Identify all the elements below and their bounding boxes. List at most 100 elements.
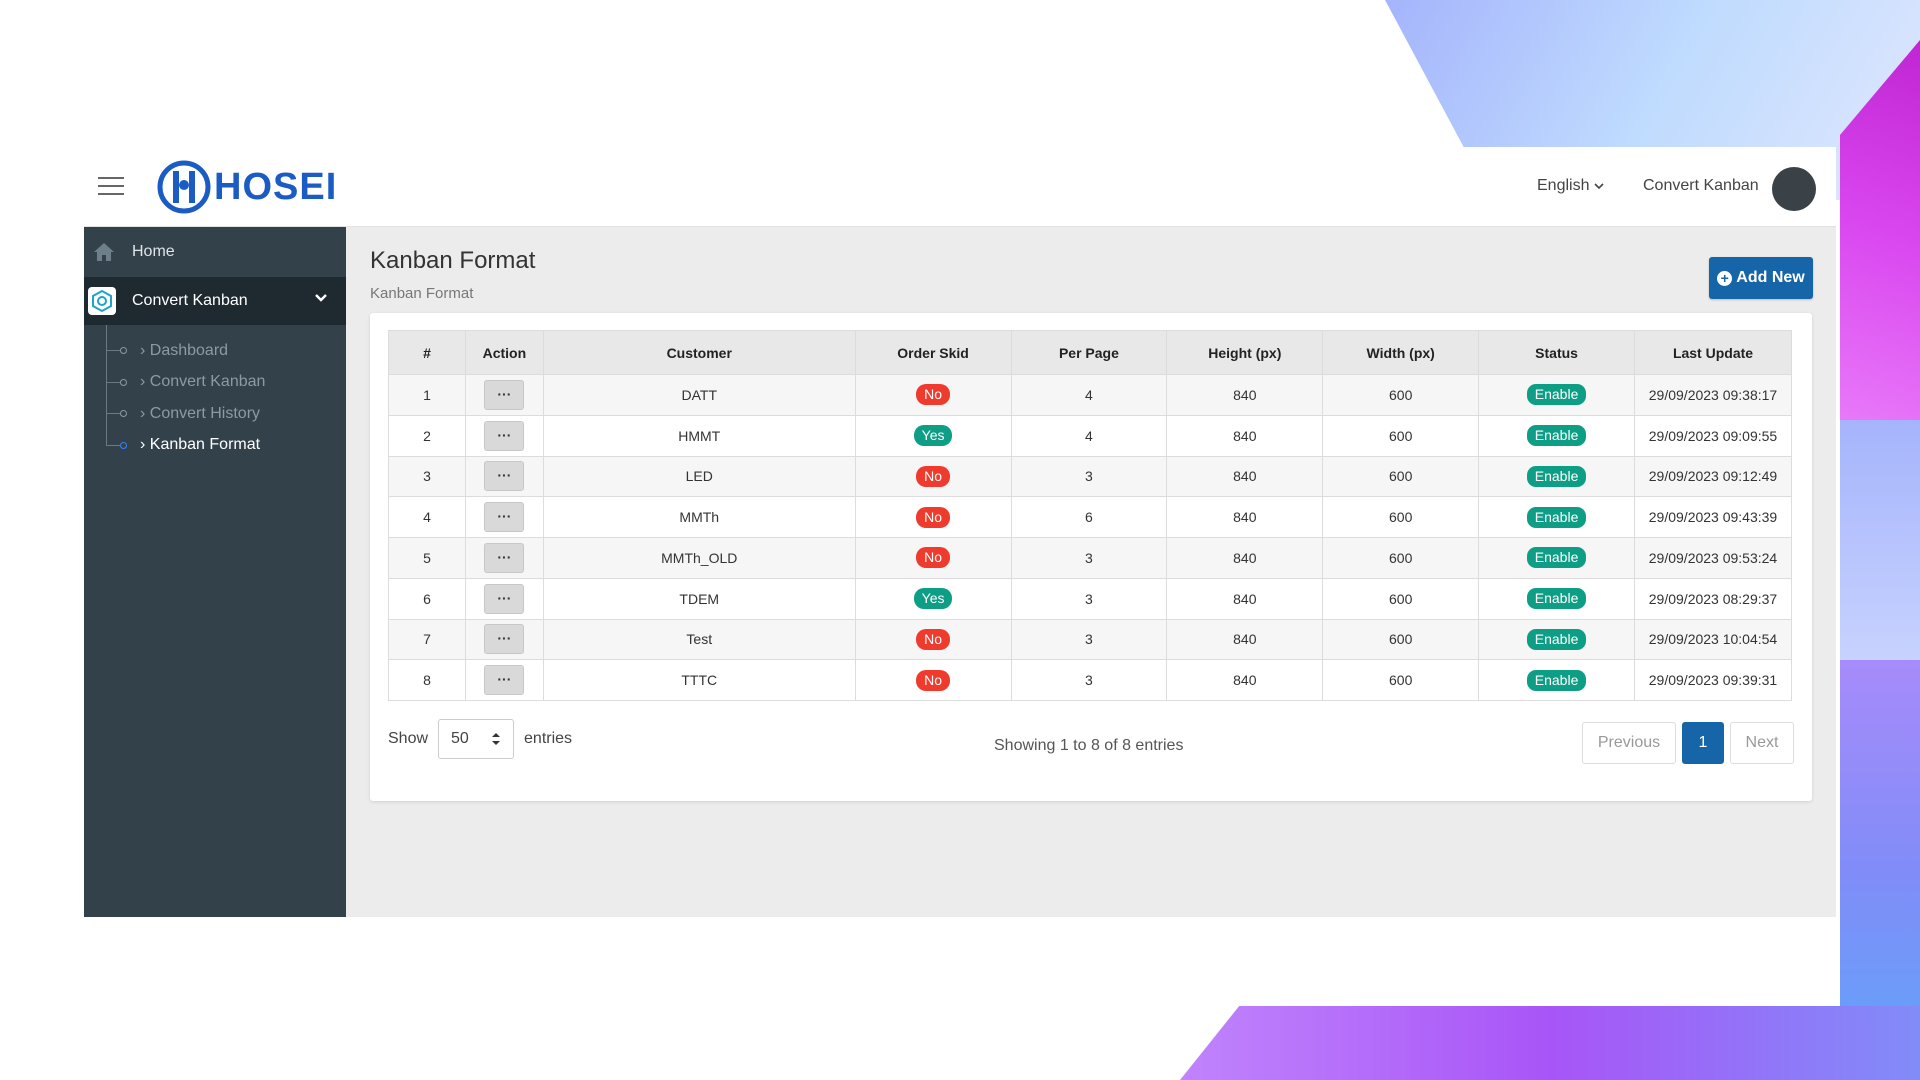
status-badge: Enable [1526, 506, 1587, 528]
cell-customer: TTTC [542, 659, 856, 701]
order-skid-badge: No [916, 628, 951, 650]
cell-customer: MMTh [542, 496, 856, 538]
user-name[interactable]: Convert Kanban [1643, 177, 1759, 195]
cell-width: 600 [1322, 414, 1480, 457]
column-header-per-page[interactable]: Per Page [1010, 330, 1168, 375]
row-action-button[interactable]: ··· [484, 502, 525, 533]
hamburger-menu-icon[interactable] [98, 177, 124, 195]
cell-number: 5 [388, 537, 466, 579]
column-header-width[interactable]: Width (px) [1322, 330, 1480, 375]
cell-customer: LED [542, 455, 856, 498]
column-header-height[interactable]: Height (px) [1166, 330, 1324, 375]
cell-per-page: 3 [1010, 455, 1168, 498]
cell-height: 840 [1166, 537, 1324, 579]
cell-status: Enable [1478, 537, 1636, 579]
page-title: Kanban Format [370, 247, 536, 274]
sidebar-item-convert-kanban[interactable]: › Convert Kanban [84, 367, 346, 399]
sidebar-item-home[interactable]: Home [84, 227, 346, 277]
table-header-row: # Action Customer Order Skid Per Page He… [388, 330, 1792, 375]
cell-width: 600 [1322, 618, 1480, 661]
language-selector[interactable]: English [1537, 177, 1605, 195]
cell-last-update: 29/09/2023 09:38:17 [1634, 374, 1792, 416]
chevron-down-icon [1594, 183, 1605, 190]
sidebar-item-label: › Convert History [140, 404, 261, 422]
row-action-button[interactable]: ··· [484, 461, 525, 492]
app-window: HOSEI English Convert Kanban Home Conver… [84, 147, 1836, 917]
cell-last-update: 29/09/2023 10:04:54 [1634, 618, 1792, 661]
sidebar: Home Convert Kanban › Dashboard › Conver… [84, 227, 346, 917]
cell-per-page: 6 [1010, 496, 1168, 538]
cell-action: ··· [464, 496, 544, 538]
cell-last-update: 29/09/2023 08:29:37 [1634, 577, 1792, 620]
column-header-number[interactable]: # [388, 330, 466, 375]
status-badge: Enable [1526, 384, 1587, 406]
page-1-button[interactable]: 1 [1682, 722, 1724, 764]
table-row: 2 ··· HMMT Yes 4 840 600 Enable 29/09/20… [388, 414, 1792, 457]
order-skid-badge: No [916, 465, 951, 487]
sidebar-item-convert-history[interactable]: › Convert History [84, 398, 346, 430]
row-action-button[interactable]: ··· [484, 665, 525, 696]
column-header-action[interactable]: Action [464, 330, 544, 375]
cell-action: ··· [464, 577, 544, 620]
language-label: English [1537, 177, 1590, 194]
cell-status: Enable [1478, 496, 1636, 538]
cell-number: 3 [388, 455, 466, 498]
cell-status: Enable [1478, 414, 1636, 457]
status-badge: Enable [1526, 425, 1587, 447]
row-action-button[interactable]: ··· [484, 420, 525, 451]
cell-per-page: 3 [1010, 659, 1168, 701]
sidebar-submenu: › Dashboard › Convert Kanban › Convert H… [84, 325, 346, 461]
bullet-icon [120, 410, 127, 417]
cell-width: 600 [1322, 537, 1480, 579]
cell-customer: TDEM [542, 577, 856, 620]
cell-height: 840 [1166, 577, 1324, 620]
row-action-button[interactable]: ··· [484, 624, 525, 655]
entries-select[interactable]: 50 [438, 719, 515, 759]
cell-last-update: 29/09/2023 09:12:49 [1634, 455, 1792, 498]
plus-circle-icon: + [1717, 270, 1733, 286]
cell-action: ··· [464, 414, 544, 457]
column-header-customer[interactable]: Customer [542, 330, 856, 375]
table-row: 6 ··· TDEM Yes 3 840 600 Enable 29/09/20… [388, 577, 1792, 620]
bullet-icon [120, 347, 127, 354]
cell-number: 4 [388, 496, 466, 538]
cell-status: Enable [1478, 455, 1636, 498]
previous-page-button[interactable]: Previous [1582, 722, 1676, 764]
cell-width: 600 [1322, 374, 1480, 416]
table-row: 8 ··· TTTC No 3 840 600 Enable 29/09/202… [388, 659, 1792, 701]
row-action-button[interactable]: ··· [484, 542, 525, 573]
column-header-status[interactable]: Status [1478, 330, 1636, 375]
chevron-down-icon [315, 294, 327, 302]
hosei-logo[interactable]: HOSEI [156, 159, 337, 215]
cell-order-skid: No [854, 455, 1012, 498]
tree-connector [106, 413, 120, 414]
table-row: 1 ··· DATT No 4 840 600 Enable 29/09/202… [388, 374, 1792, 416]
add-new-label: Add New [1736, 269, 1805, 286]
status-badge: Enable [1526, 669, 1587, 691]
cell-width: 600 [1322, 496, 1480, 538]
main-content: Kanban Format Kanban Format + Add New # … [346, 227, 1836, 917]
tree-connector [106, 350, 120, 351]
cell-order-skid: Yes [854, 414, 1012, 457]
sidebar-item-label: › Dashboard [140, 341, 229, 359]
sidebar-item-dashboard[interactable]: › Dashboard [84, 335, 346, 367]
row-action-button[interactable]: ··· [484, 583, 525, 614]
column-header-last-update[interactable]: Last Update [1634, 330, 1792, 375]
row-action-button[interactable]: ··· [484, 379, 525, 410]
tree-connector [106, 444, 120, 446]
cell-per-page: 3 [1010, 537, 1168, 579]
avatar[interactable] [1772, 167, 1816, 211]
cell-height: 840 [1166, 659, 1324, 701]
column-header-order-skid[interactable]: Order Skid [854, 330, 1012, 375]
status-badge: Enable [1526, 588, 1587, 610]
cell-status: Enable [1478, 659, 1636, 701]
cell-last-update: 29/09/2023 09:39:31 [1634, 659, 1792, 701]
sort-arrows-icon [492, 733, 501, 745]
add-new-button[interactable]: + Add New [1709, 257, 1813, 299]
entries-label: entries [524, 730, 573, 747]
next-page-button[interactable]: Next [1730, 722, 1794, 764]
sidebar-item-kanban-format[interactable]: › Kanban Format [84, 430, 346, 462]
cell-action: ··· [464, 659, 544, 701]
sidebar-section-convert-kanban[interactable]: Convert Kanban [84, 277, 346, 325]
cell-width: 600 [1322, 659, 1480, 701]
